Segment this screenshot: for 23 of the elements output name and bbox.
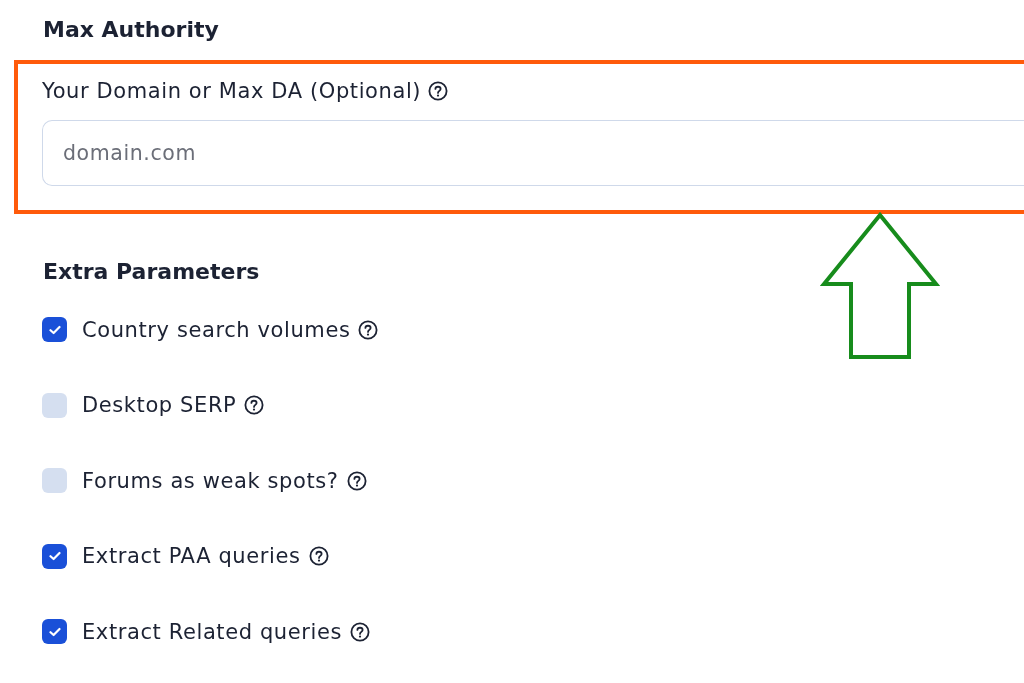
field-label: Your Domain or Max DA (Optional) <box>42 79 422 103</box>
checkbox[interactable] <box>42 392 67 418</box>
checkbox[interactable] <box>42 468 67 494</box>
help-icon[interactable] <box>428 81 449 101</box>
help-icon[interactable] <box>346 470 367 491</box>
check-icon <box>48 626 61 637</box>
checkbox-label: Extract Related queries <box>82 619 342 644</box>
section-heading: Max Authority <box>42 16 220 43</box>
check-icon <box>48 551 61 562</box>
checkbox[interactable] <box>42 317 67 343</box>
checkbox-label: Extract PAA queries <box>82 544 301 569</box>
checkbox-label: Forums as weak spots? <box>82 468 339 493</box>
check-icon <box>48 324 61 335</box>
help-icon[interactable] <box>244 395 265 416</box>
domain-input[interactable]: domain.com <box>42 120 1024 186</box>
checkbox-label: Desktop SERP <box>82 393 237 418</box>
checkbox[interactable] <box>42 543 67 569</box>
checkbox-label: Country search volumes <box>82 317 351 342</box>
help-icon[interactable] <box>358 319 379 340</box>
section-heading: Extra Parameters <box>42 259 261 285</box>
checkbox[interactable] <box>42 619 67 645</box>
help-icon[interactable] <box>308 546 329 567</box>
help-icon[interactable] <box>350 621 370 642</box>
